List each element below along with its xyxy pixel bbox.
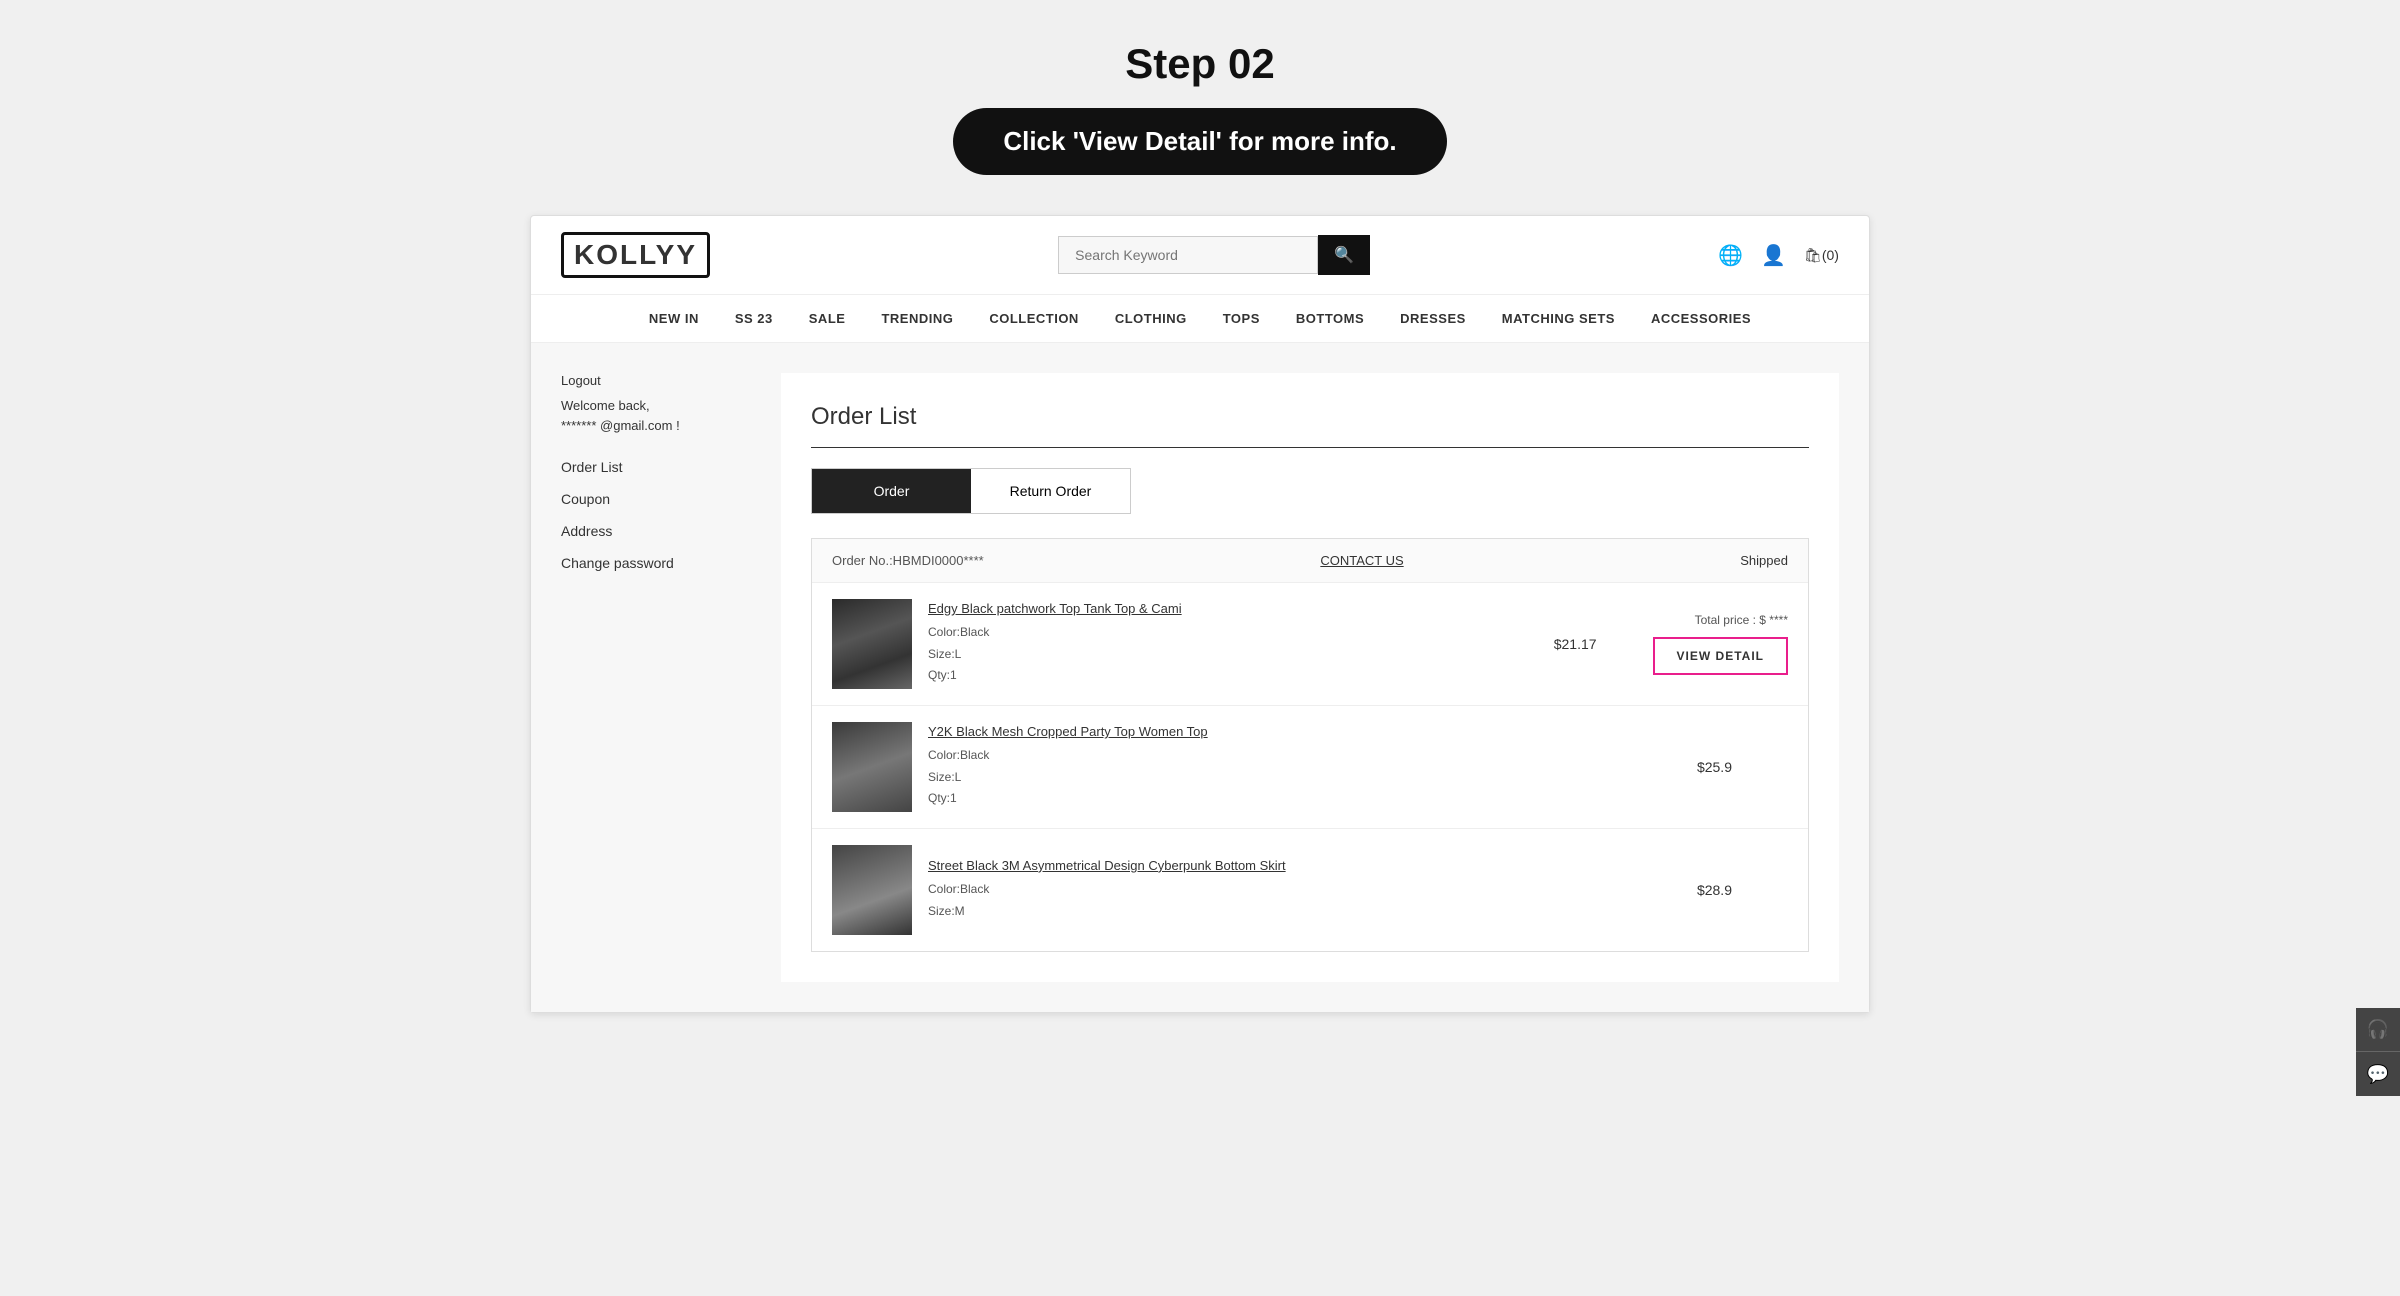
item-name-3[interactable]: Street Black 3M Asymmetrical Design Cybe… [928,858,1681,873]
item-image-1 [832,599,912,689]
item-thumbnail-1 [832,599,912,689]
item-color-2: Color:Black [928,748,989,762]
view-detail-button-1[interactable]: VIEW DETAIL [1653,637,1788,675]
item-actions-1: Total price : $ **** VIEW DETAIL [1653,613,1788,675]
item-color-1: Color:Black [928,625,989,639]
item-meta-2: Color:Black Size:L Qty:1 [928,745,1681,810]
tab-return-order[interactable]: Return Order [971,469,1130,513]
sidebar-item-change-password[interactable]: Change password [561,555,741,571]
order-item-3: Street Black 3M Asymmetrical Design Cybe… [812,829,1808,951]
page-title: Order List [811,403,1809,431]
user-email: ******* @gmail.com ! [561,418,680,433]
contact-us-link[interactable]: CONTACT US [1320,553,1403,568]
browser-window: KOLLYY 🔍 🌐 👤 🛍(0) NEW IN SS 23 SALE TREN… [530,215,1870,1013]
user-icon[interactable]: 👤 [1761,243,1786,268]
search-button[interactable]: 🔍 [1318,235,1370,275]
site-header: KOLLYY 🔍 🌐 👤 🛍(0) [531,216,1869,295]
nav-item-tops[interactable]: TOPS [1205,295,1278,342]
nav-item-sale[interactable]: SALE [791,295,864,342]
item-color-3: Color:Black [928,882,989,896]
step-title: Step 02 [20,40,2380,88]
item-details-3: Street Black 3M Asymmetrical Design Cybe… [928,858,1681,922]
sidebar: Logout Welcome back, ******* @gmail.com … [561,373,741,982]
headset-button[interactable]: 🎧 [2356,1008,2400,1052]
order-tabs: Order Return Order [811,468,1131,514]
sidebar-item-coupon[interactable]: Coupon [561,491,741,507]
item-details-2: Y2K Black Mesh Cropped Party Top Women T… [928,724,1681,810]
order-number: Order No.:HBMDI0000**** [832,553,984,568]
item-thumbnail-2 [832,722,912,812]
item-image-2 [832,722,912,812]
item-meta-3: Color:Black Size:M [928,879,1681,922]
welcome-label: Welcome back, [561,398,650,413]
nav-list: NEW IN SS 23 SALE TRENDING COLLECTION CL… [561,295,1839,342]
order-card: Order No.:HBMDI0000**** CONTACT US Shipp… [811,538,1809,952]
order-card-header: Order No.:HBMDI0000**** CONTACT US Shipp… [812,539,1808,583]
item-price-2: $25.9 [1697,759,1732,775]
cart-count: (0) [1822,247,1839,263]
site-nav: NEW IN SS 23 SALE TRENDING COLLECTION CL… [531,295,1869,343]
instruction-area: Step 02 Click 'View Detail' for more inf… [0,0,2400,195]
globe-icon[interactable]: 🌐 [1718,243,1743,268]
item-qty-1: Qty:1 [928,668,957,682]
instruction-button: Click 'View Detail' for more info. [953,108,1446,175]
cart-icon[interactable]: 🛍(0) [1804,247,1839,264]
chat-button[interactable]: 💬 [2356,1052,2400,1096]
item-size-1: Size:L [928,647,961,661]
tab-order[interactable]: Order [812,469,971,513]
site-logo[interactable]: KOLLYY [561,232,710,278]
item-price-3: $28.9 [1697,882,1732,898]
search-input[interactable] [1058,236,1318,274]
sidebar-item-address[interactable]: Address [561,523,741,539]
order-divider [811,447,1809,448]
item-qty-2: Qty:1 [928,791,957,805]
item-size-2: Size:L [928,770,961,784]
item-details-1: Edgy Black patchwork Top Tank Top & Cami… [928,601,1538,687]
item-name-2[interactable]: Y2K Black Mesh Cropped Party Top Women T… [928,724,1681,739]
nav-item-accessories[interactable]: ACCESSORIES [1633,295,1769,342]
nav-item-dresses[interactable]: DRESSES [1382,295,1484,342]
page-content: Logout Welcome back, ******* @gmail.com … [531,343,1869,1012]
nav-item-ss23[interactable]: SS 23 [717,295,791,342]
item-price-1: $21.17 [1554,636,1597,652]
item-image-3 [832,845,912,935]
nav-item-bottoms[interactable]: BOTTOMS [1278,295,1382,342]
main-content: Order List Order Return Order Order No.:… [781,373,1839,982]
sidebar-menu: Order List Coupon Address Change passwor… [561,459,741,571]
nav-item-trending[interactable]: TRENDING [863,295,971,342]
item-size-3: Size:M [928,904,965,918]
nav-item-matching-sets[interactable]: MATCHING SETS [1484,295,1633,342]
header-search: 🔍 [1058,235,1370,275]
sidebar-logout[interactable]: Logout [561,373,741,388]
nav-item-new-in[interactable]: NEW IN [631,295,717,342]
total-price-label-1: Total price : $ **** [1695,613,1788,627]
order-item-1: Edgy Black patchwork Top Tank Top & Cami… [812,583,1808,706]
nav-item-clothing[interactable]: CLOTHING [1097,295,1205,342]
item-thumbnail-3 [832,845,912,935]
header-icons: 🌐 👤 🛍(0) [1718,243,1839,268]
item-meta-1: Color:Black Size:L Qty:1 [928,622,1538,687]
item-name-1[interactable]: Edgy Black patchwork Top Tank Top & Cami [928,601,1538,616]
nav-item-collection[interactable]: COLLECTION [971,295,1097,342]
sidebar-item-order-list[interactable]: Order List [561,459,741,475]
floating-buttons: 🎧 💬 [2356,1008,2400,1096]
sidebar-welcome: Welcome back, ******* @gmail.com ! [561,396,741,435]
order-item-2: Y2K Black Mesh Cropped Party Top Women T… [812,706,1808,829]
order-status: Shipped [1740,553,1788,568]
